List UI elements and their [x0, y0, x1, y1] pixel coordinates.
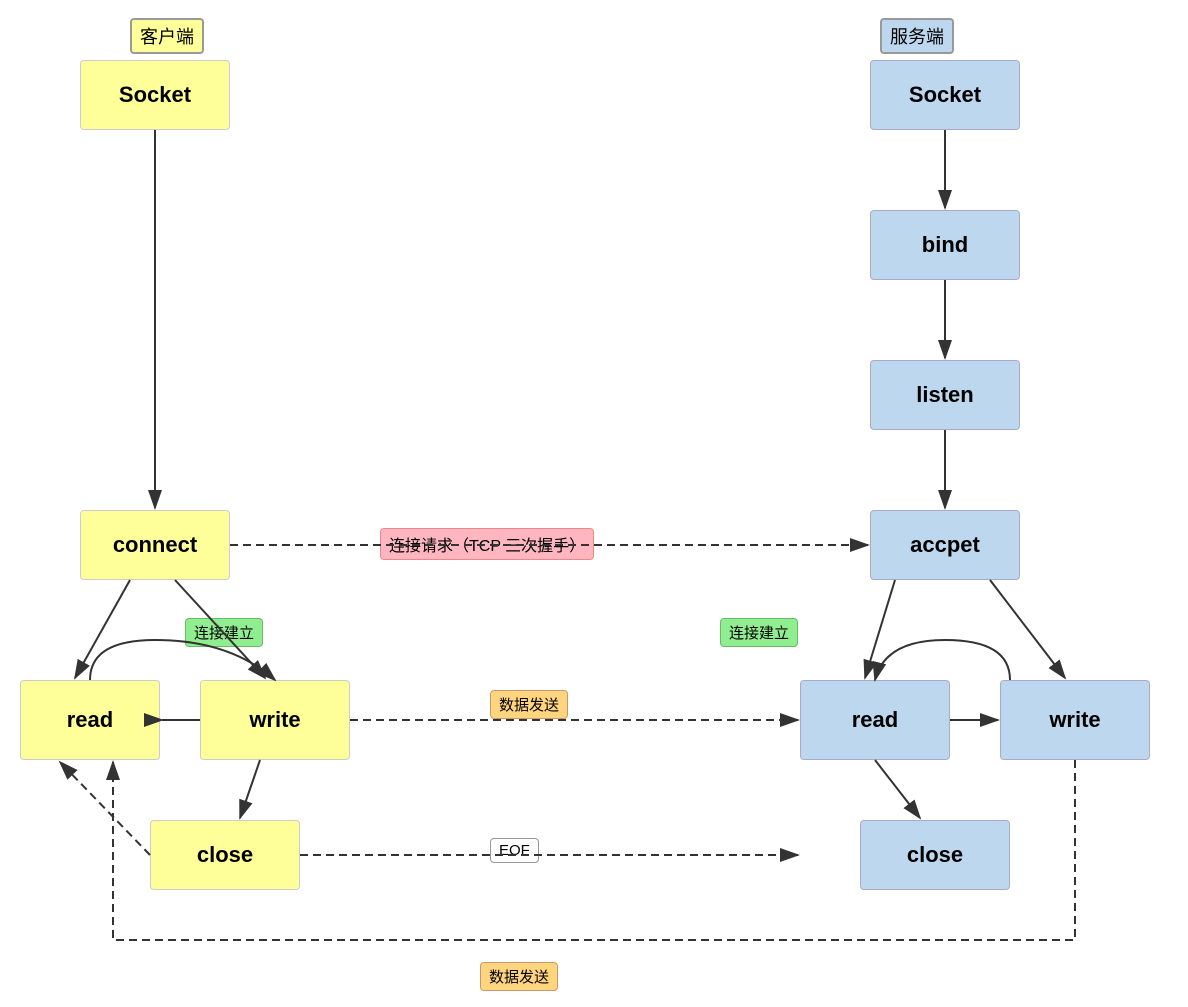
- server-accept-box: accpet: [870, 510, 1020, 580]
- client-read-box: read: [20, 680, 160, 760]
- server-label: 服务端: [880, 18, 954, 54]
- client-close-box: close: [150, 820, 300, 890]
- server-socket-box: Socket: [870, 60, 1020, 130]
- server-listen-box: listen: [870, 360, 1020, 430]
- client-connect-box: connect: [80, 510, 230, 580]
- conn-label-server: 连接建立: [720, 618, 798, 647]
- client-socket-box: Socket: [80, 60, 230, 130]
- server-bind-box: bind: [870, 210, 1020, 280]
- server-read-box: read: [800, 680, 950, 760]
- client-write-box: write: [200, 680, 350, 760]
- client-label: 客户端: [130, 18, 204, 54]
- diagram: 客户端 服务端 Socket Socket bind listen accpet…: [0, 0, 1188, 1007]
- data-send-label: 数据发送: [490, 690, 568, 719]
- server-write-box: write: [1000, 680, 1150, 760]
- tcp-label: 连接请求（TCP 三次握手）: [380, 528, 594, 560]
- server-close-box: close: [860, 820, 1010, 890]
- data-send-bottom-label: 数据发送: [480, 962, 558, 991]
- conn-label-client: 连接建立: [185, 618, 263, 647]
- eof-label: EOF: [490, 838, 539, 863]
